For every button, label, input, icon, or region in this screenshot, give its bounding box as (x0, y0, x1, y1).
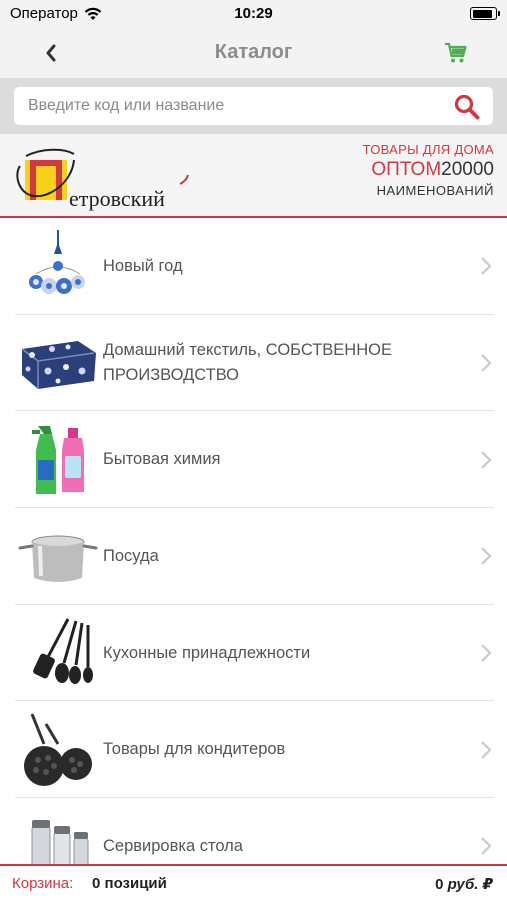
search-icon[interactable] (453, 93, 481, 121)
cart-icon (445, 42, 467, 63)
kitchen-utensils-icon (18, 613, 98, 693)
promo-number: 20000 (441, 159, 494, 180)
cleaning-bottles-icon (18, 420, 98, 500)
category-label: Бытовая химия (103, 450, 221, 469)
category-row-table-setting[interactable]: Сервировка стола (0, 798, 507, 864)
stock-pot-icon (18, 516, 98, 596)
search-bar (0, 78, 507, 134)
navigation-bar: Каталог (0, 28, 507, 78)
logo-accent-icon (179, 174, 189, 185)
promo-text: ТОВАРЫ ДЛЯ ДОМА ОПТОМ20000 НАИМЕНОВАНИЙ (363, 142, 494, 198)
promo-line-2: ОПТОМ20000 (363, 159, 494, 181)
glassware-icon (18, 806, 98, 864)
category-label: Товары для кондитеров (103, 740, 286, 759)
logo-wordmark: етровский (69, 186, 165, 211)
cart-item-count: 0 позиций (92, 875, 167, 892)
category-row-new-year[interactable]: Новый год (0, 218, 507, 315)
christmas-ornaments-icon (18, 226, 98, 306)
category-row-confectionery[interactable]: Товары для кондитеров (0, 701, 507, 798)
category-list: Новый год Домашний текстиль, СОБСТВЕННОЕ… (0, 218, 507, 864)
battery-icon (470, 7, 500, 20)
category-label: Сервировка стола (103, 836, 243, 855)
chevron-right-icon (481, 644, 492, 662)
cart-total: 0 руб. ₽ (435, 875, 493, 893)
cart-label: Корзина: (12, 875, 74, 892)
promo-opt: ОПТОМ (371, 159, 442, 180)
status-bar: Оператор 10:29 (0, 0, 507, 28)
clock: 10:29 (234, 5, 273, 22)
cart-button[interactable] (441, 38, 471, 68)
category-label: Кухонные принадлежности (103, 643, 311, 662)
catalog-screen: Оператор 10:29 Каталог Введите код или н… (0, 0, 507, 900)
category-label: Домашний текстиль, СОБСТВЕННОЕ ПРОИЗВОДС… (103, 341, 392, 385)
battery-level (472, 9, 493, 18)
page-title: Каталог (214, 41, 293, 63)
brand-logo: етровский (12, 144, 192, 211)
promo-line-1: ТОВАРЫ ДЛЯ ДОМА (362, 142, 494, 157)
chevron-right-icon (481, 354, 492, 372)
category-row-kitchen-utensils[interactable]: Кухонные принадлежности (0, 605, 507, 702)
chevron-right-icon (481, 741, 492, 759)
bedding-icon (18, 323, 98, 403)
chevron-right-icon (481, 257, 492, 276)
search-box (14, 87, 493, 125)
promo-line-3: НАИМЕНОВАНИЙ (376, 183, 494, 198)
chevron-right-icon (481, 547, 492, 566)
category-label: Посуда (103, 546, 159, 565)
chevron-right-icon (481, 837, 492, 856)
category-row-cookware[interactable]: Посуда (0, 508, 507, 605)
search-input[interactable] (14, 87, 434, 125)
cart-total-currency: руб. ₽ (447, 876, 493, 893)
baking-pan-icon (18, 710, 98, 790)
category-row-home-textile[interactable]: Домашний текстиль, СОБСТВЕННОЕ ПРОИЗВОДС… (0, 315, 507, 412)
chevron-right-icon (481, 451, 492, 469)
category-row-household-chemicals[interactable]: Бытовая химия (0, 411, 507, 508)
cart-total-value: 0 (435, 876, 444, 893)
cart-summary-bar[interactable]: Корзина: 0 позиций 0 руб. ₽ (0, 864, 507, 900)
promo-banner: етровский ТОВАРЫ ДЛЯ ДОМА ОПТОМ20000 НАИ… (0, 134, 507, 218)
category-label: Новый год (103, 256, 183, 275)
